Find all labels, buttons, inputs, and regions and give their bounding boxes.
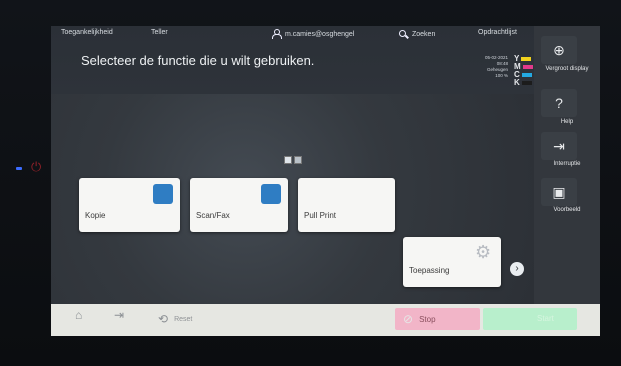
user-icon xyxy=(271,29,282,39)
right-sidebar: ⊕ Vergroot display ? Help ⇥ Interruptie … xyxy=(534,26,600,304)
page-dot-2[interactable] xyxy=(294,156,302,164)
stop-button[interactable]: ⊘ Stop xyxy=(395,308,480,330)
start-button[interactable]: Start xyxy=(483,308,577,330)
interrupt-button[interactable]: ⇥ xyxy=(541,132,577,160)
status-led xyxy=(16,167,22,170)
scan-fax-label: Scan/Fax xyxy=(196,211,230,220)
page-title: Selecteer de functie die u wilt gebruike… xyxy=(81,53,315,68)
help-label: Help xyxy=(560,119,574,125)
touch-screen: Toegankelijkheid Teller m.camies@osgheng… xyxy=(51,26,600,336)
top-bar: Toegankelijkheid Teller m.camies@osgheng… xyxy=(51,26,534,94)
toner-m-bar xyxy=(522,65,533,69)
reset-button[interactable]: ⟲ Reset xyxy=(152,308,212,330)
toner-y-bar xyxy=(521,57,532,61)
gear-icon: ⚙ xyxy=(475,242,492,262)
counter-tab[interactable]: Teller xyxy=(151,29,168,36)
power-icon[interactable]: ⏻ xyxy=(31,160,45,174)
help-icon: ? xyxy=(555,95,563,111)
copy-label: Kopie xyxy=(85,211,106,220)
logout-icon: ⇥ xyxy=(114,308,125,322)
logout-button[interactable]: ⇥ xyxy=(114,308,140,330)
application-label: Toepassing xyxy=(409,266,450,275)
toner-c-bar xyxy=(521,73,532,77)
preview-icon: ▣ xyxy=(552,184,566,200)
zoom-icon: ⊕ xyxy=(553,42,565,58)
preview-label: Voorbeeld xyxy=(553,207,581,213)
reset-icon: ⟲ xyxy=(158,312,169,326)
search-icon xyxy=(398,29,408,39)
page-indicator xyxy=(284,156,302,164)
search-label: Zoeken xyxy=(412,30,436,38)
user-label: m.camies@osghengel xyxy=(285,30,355,38)
status-panel: 05-02-2021 08:48 Geheugen 100 % Y M C K xyxy=(458,55,534,89)
page-dot-1[interactable] xyxy=(284,156,292,164)
pull-print-tile[interactable]: Pull Print xyxy=(298,178,395,232)
copy-icon xyxy=(153,184,173,204)
reset-label: Reset xyxy=(174,315,193,323)
bottom-bar: ⌂ ⇥ ⟲ Reset ⊘ Stop Start xyxy=(51,304,600,336)
home-button[interactable]: ⌂ xyxy=(75,308,101,330)
interrupt-label: Interruptie xyxy=(553,161,581,167)
zoom-display-button[interactable]: ⊕ xyxy=(541,36,577,64)
pull-print-label: Pull Print xyxy=(304,211,337,220)
copy-tile[interactable]: Kopie xyxy=(79,178,180,232)
scan-fax-tile[interactable]: Scan/Fax xyxy=(190,178,288,232)
user-button[interactable]: m.camies@osghengel xyxy=(271,29,354,39)
next-page-arrow[interactable]: › xyxy=(510,262,524,276)
start-label: Start xyxy=(537,314,554,323)
status-memory-value: 100 % xyxy=(495,73,508,78)
stop-label: Stop xyxy=(419,314,436,324)
interrupt-icon: ⇥ xyxy=(553,138,565,154)
zoom-label: Vergroot display xyxy=(545,66,589,72)
scan-fax-icon xyxy=(261,184,281,204)
device-bezel: ⏻ Toegankelijkheid Teller m.camies@osghe… xyxy=(0,0,621,366)
application-tile[interactable]: ⚙ Toepassing xyxy=(403,237,501,287)
toner-k-bar xyxy=(521,81,532,85)
search-button[interactable]: Zoeken xyxy=(398,29,435,39)
accessibility-tab[interactable]: Toegankelijkheid xyxy=(61,29,113,36)
home-icon: ⌂ xyxy=(75,308,83,322)
help-button[interactable]: ? xyxy=(541,89,577,117)
toner-k-label: K xyxy=(514,78,520,87)
preview-button[interactable]: ▣ xyxy=(541,178,577,206)
job-list-tab[interactable]: Opdrachtlijst xyxy=(478,29,517,36)
toner-levels: Y M C K xyxy=(514,55,534,89)
stop-icon: ⊘ xyxy=(403,312,414,326)
